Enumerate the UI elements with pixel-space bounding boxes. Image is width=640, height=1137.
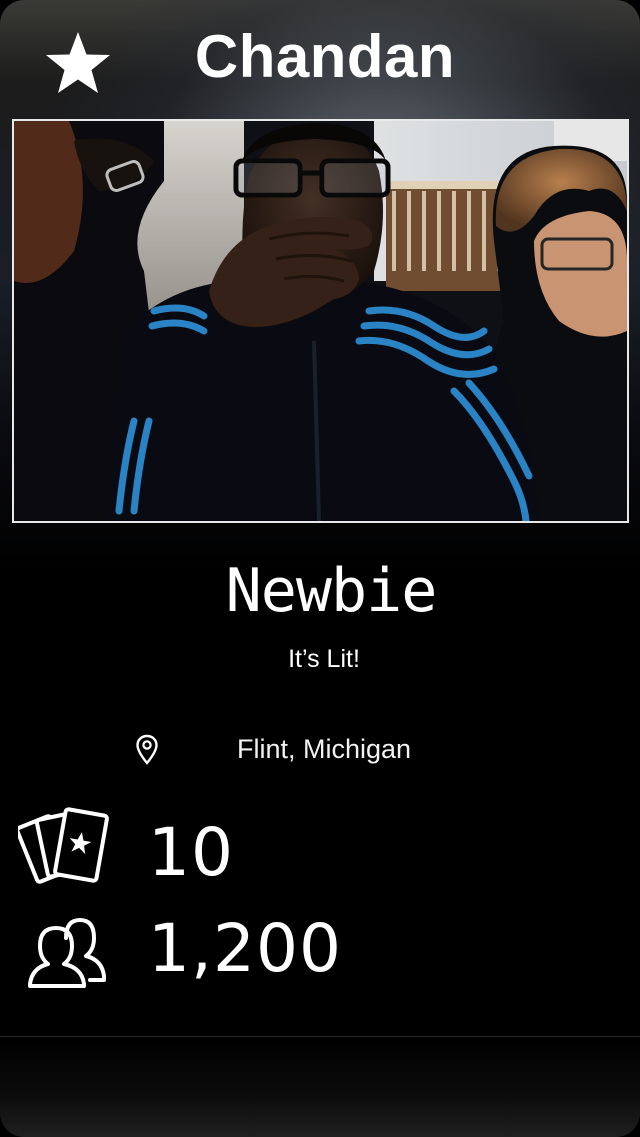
followers-count: 1,200 (148, 910, 342, 987)
cards-stat[interactable]: 10 (0, 806, 640, 896)
bottom-divider (0, 1036, 640, 1037)
page-title: Chandan (194, 23, 456, 90)
photo-image (14, 121, 627, 521)
header-bar: Chandan (0, 0, 640, 118)
location-text: Flint, Michigan (237, 734, 412, 764)
tagline: It’s Lit! (288, 645, 360, 673)
followers-icon (18, 910, 110, 995)
rank-label: Newbie (225, 556, 438, 626)
map-pin-icon (135, 734, 159, 771)
cards-icon (15, 806, 110, 895)
cards-count: 10 (148, 814, 234, 891)
location-row: Flint, Michigan (0, 732, 640, 772)
profile-screen: Chandan Newbie It’s Lit! Flint, Michigan… (0, 0, 640, 1137)
followers-stat[interactable]: 1,200 (0, 910, 640, 1000)
profile-photo[interactable] (12, 119, 629, 523)
